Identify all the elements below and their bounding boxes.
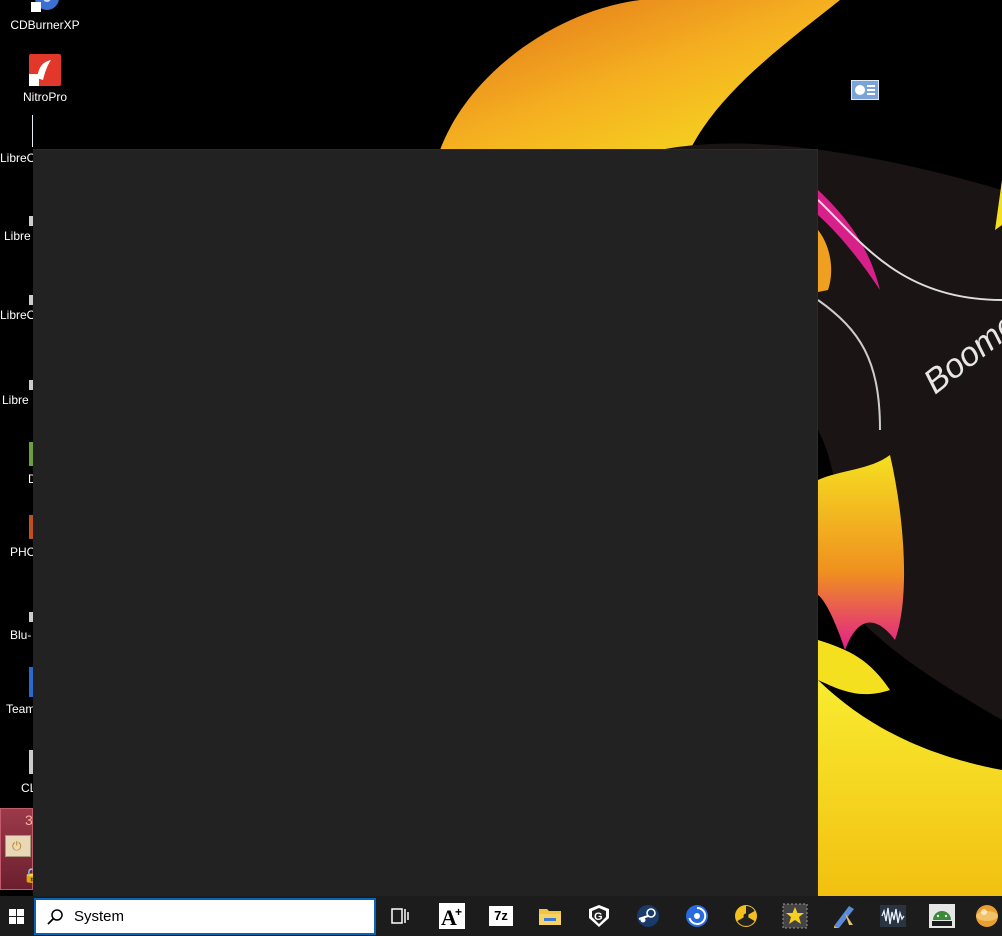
cdburnerxp-icon [31, 0, 59, 12]
desktop-icon-label: Blu- [10, 628, 32, 642]
nitropro-icon [29, 54, 61, 86]
desktop-icon-pho[interactable]: PHO [10, 545, 33, 559]
taskbar-app-radiation[interactable] [730, 900, 762, 932]
font-tool-icon: A + [439, 903, 465, 930]
taskbar-app-steam[interactable] [632, 900, 664, 932]
android-icon [929, 904, 955, 928]
desktop-icon-cl[interactable]: CL [21, 781, 33, 795]
taskbar-app-globe[interactable] [972, 900, 1002, 932]
task-view-icon [391, 908, 409, 924]
uplay-icon [686, 905, 708, 927]
taskbar-app-7zip[interactable]: 7z [485, 900, 517, 932]
libreoffice-writer-icon [32, 115, 33, 147]
radiation-app-icon [735, 905, 757, 927]
taskbar-search-box[interactable] [34, 898, 376, 935]
search-input[interactable] [74, 901, 364, 932]
desktop-icon-cdburnerxp[interactable]: CDBurnerXP [0, 0, 90, 32]
windows-logo-icon [9, 908, 24, 924]
taskbar-app-file-explorer[interactable] [534, 900, 566, 932]
start-button[interactable] [0, 896, 33, 936]
gigabyte-icon: G [589, 905, 609, 927]
desktop-icon-label: NitroPro [22, 90, 67, 104]
globe-icon [976, 905, 998, 927]
desktop-widget-icon[interactable] [851, 80, 879, 100]
desktop-icon-label: Team [6, 702, 33, 716]
file-explorer-icon [539, 909, 561, 925]
svg-text:+: + [455, 905, 462, 919]
desktop-icon-libreoffice-4[interactable]: Libre [2, 393, 33, 407]
desktop-icon-libreoffice-writer[interactable]: LibreO [0, 115, 33, 165]
desktop-icon-label: Libre [4, 229, 31, 243]
audio-wave-icon [880, 905, 906, 927]
desktop-icon-libreoffice-3[interactable]: LibreO [0, 308, 33, 322]
taskbar-app-font-tool[interactable]: A + [436, 900, 468, 932]
widget-digit: 3 [25, 812, 33, 828]
desktop-icon-libreoffice-2[interactable]: Libre [4, 229, 33, 243]
desktop-icon-nitropro[interactable]: NitroPro [0, 54, 90, 104]
taskbar-app-android[interactable] [926, 900, 958, 932]
taskbar-app-uplay[interactable] [681, 900, 713, 932]
desktop-icon-blu[interactable]: Blu- [10, 628, 33, 642]
taskbar-app-gigabyte[interactable]: G [583, 900, 615, 932]
desktop-icon-label: CL [21, 781, 33, 795]
desktop-icon-label: LibreO [0, 308, 33, 322]
start-search-panel [33, 149, 818, 897]
task-view-button[interactable] [385, 900, 417, 932]
7zip-icon: 7z [489, 906, 513, 926]
network-monitor-icon [855, 85, 875, 95]
desktop-icon-label: Libre [2, 393, 29, 407]
desktop-icon-label: LibreO [0, 151, 33, 165]
search-icon [47, 908, 63, 925]
pen-app-icon [834, 906, 854, 928]
star-app-icon [782, 903, 808, 929]
taskbar-app-audio[interactable] [877, 900, 909, 932]
svg-text:G: G [594, 911, 603, 923]
desktop-icon-label: CDBurnerXP [10, 18, 80, 32]
power-icon: ⏻ [5, 835, 31, 857]
taskbar-app-star[interactable] [779, 900, 811, 932]
taskbar-app-pen[interactable] [828, 900, 860, 932]
desktop-icon-label: PHO [10, 545, 33, 559]
desktop-icon-teamviewer[interactable]: Team [6, 702, 33, 716]
taskbar: A + 7z G [0, 896, 1002, 936]
desktop-timer-widget[interactable]: 3 ⏻ 🔒 [0, 808, 40, 890]
steam-icon [637, 905, 659, 927]
